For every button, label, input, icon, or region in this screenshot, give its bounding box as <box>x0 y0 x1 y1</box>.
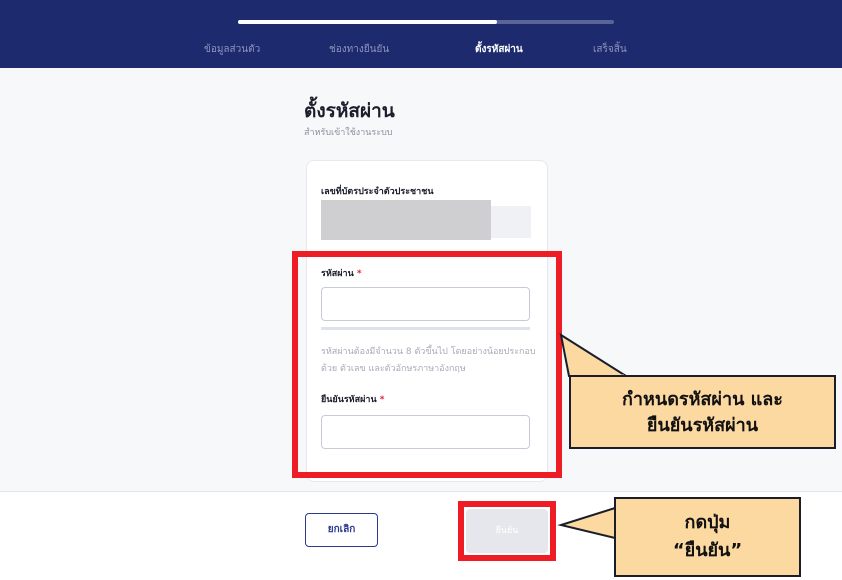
confirm-callout-line2: “ยืนยัน” <box>672 540 743 561</box>
password-callout-line2: ยืนยันรหัสผ่าน <box>646 415 759 436</box>
confirm-callout-line1: กดปุ่ม <box>684 512 731 533</box>
password-callout: กำหนดรหัสผ่าน และ ยืนยันรหัสผ่าน <box>569 375 836 449</box>
confirm-callout: กดปุ่ม “ยืนยัน” <box>614 497 801 577</box>
callout-tails <box>557 332 630 540</box>
password-callout-line1: กำหนดรหัสผ่าน และ <box>622 389 783 410</box>
